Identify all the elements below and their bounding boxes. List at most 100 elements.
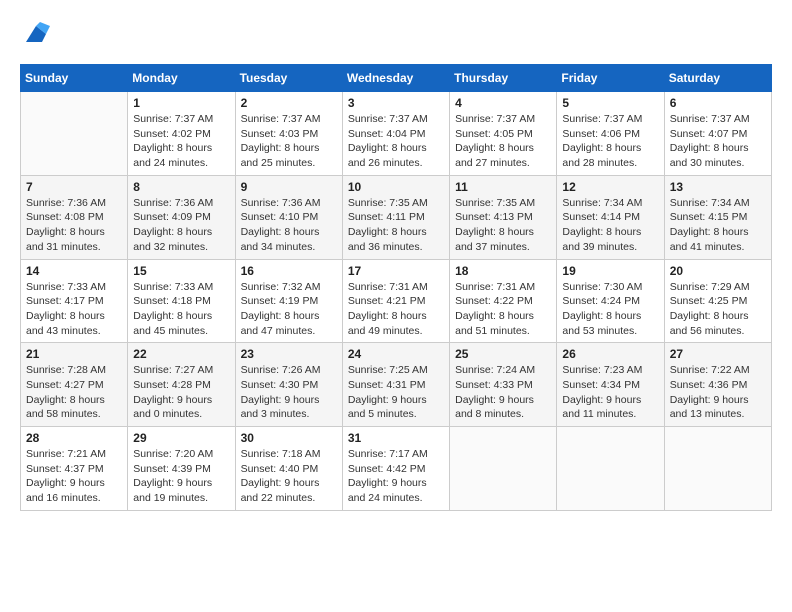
day-number: 18 bbox=[455, 264, 551, 278]
calendar-cell: 6Sunrise: 7:37 AMSunset: 4:07 PMDaylight… bbox=[664, 92, 771, 176]
day-number: 29 bbox=[133, 431, 229, 445]
day-number: 16 bbox=[241, 264, 337, 278]
day-info: Sunrise: 7:37 AMSunset: 4:03 PMDaylight:… bbox=[241, 112, 337, 171]
day-number: 9 bbox=[241, 180, 337, 194]
day-info: Sunrise: 7:34 AMSunset: 4:14 PMDaylight:… bbox=[562, 196, 658, 255]
day-info: Sunrise: 7:23 AMSunset: 4:34 PMDaylight:… bbox=[562, 363, 658, 422]
day-info: Sunrise: 7:30 AMSunset: 4:24 PMDaylight:… bbox=[562, 280, 658, 339]
calendar-week-row: 21 Sunrise: 7:28 AMSunset: 4:27 PMDayligh… bbox=[21, 343, 772, 427]
day-number: 30 bbox=[241, 431, 337, 445]
calendar-cell: 24 Sunrise: 7:25 AMSunset: 4:31 PMDayligh… bbox=[342, 343, 449, 427]
day-info: Sunrise: 7:36 AMSunset: 4:10 PMDaylight:… bbox=[241, 196, 337, 255]
calendar-cell: 28 Sunrise: 7:21 AMSunset: 4:37 PMDayligh… bbox=[21, 427, 128, 511]
day-number: 14 bbox=[26, 264, 122, 278]
day-number: 24 bbox=[348, 347, 444, 361]
day-info: Sunrise: 7:24 AMSunset: 4:33 PMDaylight:… bbox=[455, 363, 551, 422]
calendar-cell: 8 Sunrise: 7:36 AMSunset: 4:09 PMDaylight… bbox=[128, 175, 235, 259]
day-number: 15 bbox=[133, 264, 229, 278]
calendar-cell: 14 Sunrise: 7:33 AMSunset: 4:17 PMDayligh… bbox=[21, 259, 128, 343]
calendar-cell: 4 Sunrise: 7:37 AMSunset: 4:05 PMDaylight… bbox=[450, 92, 557, 176]
calendar-cell: 1Sunrise: 7:37 AMSunset: 4:02 PMDaylight… bbox=[128, 92, 235, 176]
calendar-cell bbox=[664, 427, 771, 511]
day-number: 20 bbox=[670, 264, 766, 278]
day-number: 12 bbox=[562, 180, 658, 194]
day-number: 26 bbox=[562, 347, 658, 361]
day-info: Sunrise: 7:37 AMSunset: 4:07 PMDaylight:… bbox=[670, 112, 766, 171]
day-info: Sunrise: 7:27 AMSunset: 4:28 PMDaylight:… bbox=[133, 363, 229, 422]
day-number: 31 bbox=[348, 431, 444, 445]
day-info: Sunrise: 7:29 AMSunset: 4:25 PMDaylight:… bbox=[670, 280, 766, 339]
calendar-cell: 16Sunrise: 7:32 AMSunset: 4:19 PMDayligh… bbox=[235, 259, 342, 343]
page-header bbox=[20, 20, 772, 48]
weekday-header: Saturday bbox=[664, 65, 771, 92]
calendar-cell: 10Sunrise: 7:35 AMSunset: 4:11 PMDayligh… bbox=[342, 175, 449, 259]
day-number: 3 bbox=[348, 96, 444, 110]
day-info: Sunrise: 7:37 AMSunset: 4:05 PMDaylight:… bbox=[455, 112, 551, 171]
calendar-cell: 26 Sunrise: 7:23 AMSunset: 4:34 PMDayligh… bbox=[557, 343, 664, 427]
calendar-week-row: 14 Sunrise: 7:33 AMSunset: 4:17 PMDayligh… bbox=[21, 259, 772, 343]
day-number: 23 bbox=[241, 347, 337, 361]
calendar-week-row: 7Sunrise: 7:36 AMSunset: 4:08 PMDaylight… bbox=[21, 175, 772, 259]
calendar-cell: 27 Sunrise: 7:22 AMSunset: 4:36 PMDayligh… bbox=[664, 343, 771, 427]
calendar-cell: 30 Sunrise: 7:18 AMSunset: 4:40 PMDayligh… bbox=[235, 427, 342, 511]
day-number: 4 bbox=[455, 96, 551, 110]
day-info: Sunrise: 7:22 AMSunset: 4:36 PMDaylight:… bbox=[670, 363, 766, 422]
day-info: Sunrise: 7:37 AMSunset: 4:06 PMDaylight:… bbox=[562, 112, 658, 171]
calendar-cell: 23 Sunrise: 7:26 AMSunset: 4:30 PMDayligh… bbox=[235, 343, 342, 427]
day-number: 17 bbox=[348, 264, 444, 278]
calendar-cell: 17Sunrise: 7:31 AMSunset: 4:21 PMDayligh… bbox=[342, 259, 449, 343]
day-number: 11 bbox=[455, 180, 551, 194]
day-number: 21 bbox=[26, 347, 122, 361]
logo bbox=[20, 20, 50, 48]
calendar-cell: 19 Sunrise: 7:30 AMSunset: 4:24 PMDayligh… bbox=[557, 259, 664, 343]
day-number: 1 bbox=[133, 96, 229, 110]
calendar-cell: 7Sunrise: 7:36 AMSunset: 4:08 PMDaylight… bbox=[21, 175, 128, 259]
day-number: 27 bbox=[670, 347, 766, 361]
calendar-cell: 12 Sunrise: 7:34 AMSunset: 4:14 PMDayligh… bbox=[557, 175, 664, 259]
day-info: Sunrise: 7:36 AMSunset: 4:09 PMDaylight:… bbox=[133, 196, 229, 255]
calendar-week-row: 28 Sunrise: 7:21 AMSunset: 4:37 PMDayligh… bbox=[21, 427, 772, 511]
day-number: 5 bbox=[562, 96, 658, 110]
calendar-cell: 5 Sunrise: 7:37 AMSunset: 4:06 PMDaylight… bbox=[557, 92, 664, 176]
calendar-cell bbox=[450, 427, 557, 511]
calendar-cell: 3 Sunrise: 7:37 AMSunset: 4:04 PMDaylight… bbox=[342, 92, 449, 176]
calendar-cell: 11 Sunrise: 7:35 AMSunset: 4:13 PMDayligh… bbox=[450, 175, 557, 259]
calendar-header: SundayMondayTuesdayWednesdayThursdayFrid… bbox=[21, 65, 772, 92]
day-number: 8 bbox=[133, 180, 229, 194]
calendar-table: SundayMondayTuesdayWednesdayThursdayFrid… bbox=[20, 64, 772, 511]
calendar-cell: 15 Sunrise: 7:33 AMSunset: 4:18 PMDayligh… bbox=[128, 259, 235, 343]
calendar-cell bbox=[557, 427, 664, 511]
day-info: Sunrise: 7:28 AMSunset: 4:27 PMDaylight:… bbox=[26, 363, 122, 422]
day-number: 7 bbox=[26, 180, 122, 194]
day-info: Sunrise: 7:26 AMSunset: 4:30 PMDaylight:… bbox=[241, 363, 337, 422]
day-info: Sunrise: 7:21 AMSunset: 4:37 PMDaylight:… bbox=[26, 447, 122, 506]
weekday-header: Tuesday bbox=[235, 65, 342, 92]
calendar-cell bbox=[21, 92, 128, 176]
day-info: Sunrise: 7:37 AMSunset: 4:04 PMDaylight:… bbox=[348, 112, 444, 171]
calendar-cell: 29 Sunrise: 7:20 AMSunset: 4:39 PMDayligh… bbox=[128, 427, 235, 511]
calendar-cell: 18 Sunrise: 7:31 AMSunset: 4:22 PMDayligh… bbox=[450, 259, 557, 343]
weekday-header: Wednesday bbox=[342, 65, 449, 92]
day-info: Sunrise: 7:35 AMSunset: 4:13 PMDaylight:… bbox=[455, 196, 551, 255]
calendar-week-row: 1Sunrise: 7:37 AMSunset: 4:02 PMDaylight… bbox=[21, 92, 772, 176]
day-info: Sunrise: 7:18 AMSunset: 4:40 PMDaylight:… bbox=[241, 447, 337, 506]
day-info: Sunrise: 7:35 AMSunset: 4:11 PMDaylight:… bbox=[348, 196, 444, 255]
day-number: 2 bbox=[241, 96, 337, 110]
calendar-cell: 25Sunrise: 7:24 AMSunset: 4:33 PMDayligh… bbox=[450, 343, 557, 427]
day-number: 22 bbox=[133, 347, 229, 361]
day-info: Sunrise: 7:25 AMSunset: 4:31 PMDaylight:… bbox=[348, 363, 444, 422]
day-info: Sunrise: 7:33 AMSunset: 4:18 PMDaylight:… bbox=[133, 280, 229, 339]
calendar-cell: 2 Sunrise: 7:37 AMSunset: 4:03 PMDaylight… bbox=[235, 92, 342, 176]
day-number: 19 bbox=[562, 264, 658, 278]
day-info: Sunrise: 7:20 AMSunset: 4:39 PMDaylight:… bbox=[133, 447, 229, 506]
weekday-header: Monday bbox=[128, 65, 235, 92]
weekday-header: Sunday bbox=[21, 65, 128, 92]
day-number: 28 bbox=[26, 431, 122, 445]
calendar-cell: 9 Sunrise: 7:36 AMSunset: 4:10 PMDaylight… bbox=[235, 175, 342, 259]
weekday-header: Thursday bbox=[450, 65, 557, 92]
day-info: Sunrise: 7:33 AMSunset: 4:17 PMDaylight:… bbox=[26, 280, 122, 339]
day-number: 13 bbox=[670, 180, 766, 194]
calendar-cell: 31Sunrise: 7:17 AMSunset: 4:42 PMDayligh… bbox=[342, 427, 449, 511]
day-info: Sunrise: 7:31 AMSunset: 4:22 PMDaylight:… bbox=[455, 280, 551, 339]
calendar-cell: 21 Sunrise: 7:28 AMSunset: 4:27 PMDayligh… bbox=[21, 343, 128, 427]
